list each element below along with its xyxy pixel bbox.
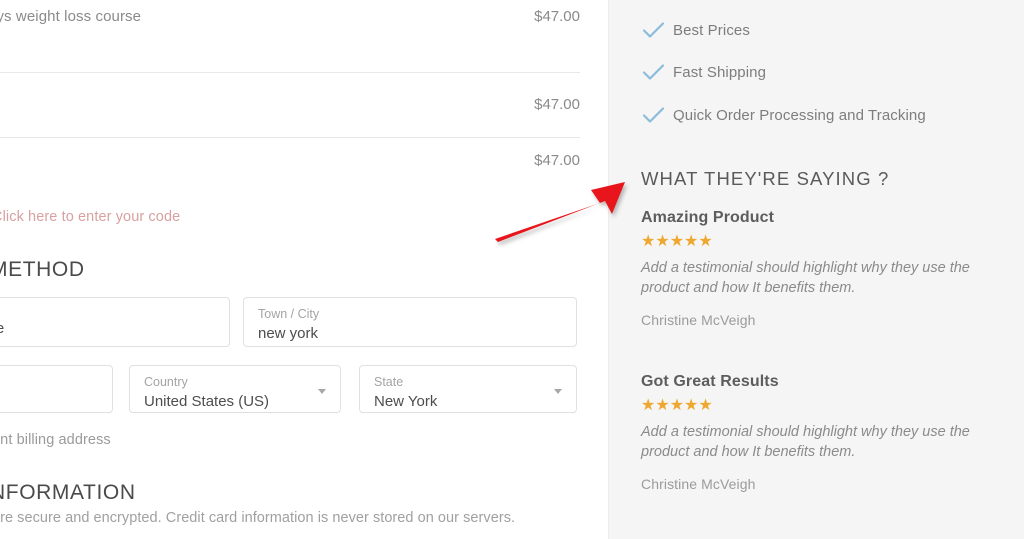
star-rating-icon: ★★★★★ xyxy=(641,233,713,250)
payment-information-heading: NFORMATION xyxy=(0,481,136,504)
testimonial-card: Amazing Product ★★★★★ Add a testimonial … xyxy=(641,208,1001,328)
town-city-value: new york xyxy=(258,325,319,342)
testimonials-heading: WHAT THEY'RE SAYING ? xyxy=(641,168,890,189)
benefit-label: Best Prices xyxy=(673,21,750,39)
order-subtotal-price: $47.00 xyxy=(534,96,580,113)
benefit-label: Fast Shipping xyxy=(673,63,767,81)
trust-and-testimonials-sidebar: Best Prices Fast Shipping Quick Order Pr… xyxy=(608,0,1024,539)
checkout-page-screenshot: ays weight loss course $47.00 $47.00 $47… xyxy=(0,0,1024,539)
testimonial-author: Christine McVeigh xyxy=(641,312,756,328)
benefit-label: Quick Order Processing and Tracking xyxy=(673,106,926,124)
testimonial-body: Add a testimonial should highlight why t… xyxy=(641,424,970,460)
benefit-item-quick-order-processing: Quick Order Processing and Tracking xyxy=(641,105,926,125)
checkout-main-column: ays weight loss course $47.00 $47.00 $47… xyxy=(0,0,608,539)
testimonial-body: Add a testimonial should highlight why t… xyxy=(641,260,970,296)
coupon-code-link[interactable]: Click here to enter your code xyxy=(0,209,180,225)
country-select[interactable]: Country United States (US) xyxy=(129,365,341,413)
star-rating-icon: ★★★★★ xyxy=(641,397,713,414)
order-line-price: $47.00 xyxy=(534,8,580,25)
country-label: Country xyxy=(144,375,188,389)
payment-secure-note: are secure and encrypted. Credit card in… xyxy=(0,510,516,526)
testimonial-card: Got Great Results ★★★★★ Add a testimonia… xyxy=(641,372,1001,492)
testimonial-title: Amazing Product xyxy=(641,209,775,226)
testimonial-author: Christine McVeigh xyxy=(641,476,756,492)
order-divider-1 xyxy=(0,72,580,73)
town-city-field[interactable]: Town / City new york xyxy=(243,297,577,347)
order-total-price: $47.00 xyxy=(534,152,580,169)
street-address-field[interactable]: avenue xyxy=(0,297,230,347)
benefit-item-fast-shipping: Fast Shipping xyxy=(641,62,766,82)
postcode-field[interactable] xyxy=(0,365,113,413)
order-divider-2 xyxy=(0,137,580,138)
check-icon xyxy=(642,64,665,80)
check-icon xyxy=(642,22,665,38)
state-select[interactable]: State New York xyxy=(359,365,577,413)
benefit-item-best-prices: Best Prices xyxy=(641,20,750,40)
order-line-product-name: ays weight loss course xyxy=(0,8,142,25)
country-value: United States (US) xyxy=(144,393,270,410)
state-label: State xyxy=(374,375,404,389)
town-city-label: Town / City xyxy=(258,307,320,321)
billing-method-heading: METHOD xyxy=(0,258,85,281)
street-address-value: avenue xyxy=(0,318,215,339)
state-value: New York xyxy=(374,393,438,410)
check-icon xyxy=(642,107,665,123)
chevron-down-icon xyxy=(554,389,562,394)
different-billing-address-label: ent billing address xyxy=(0,432,111,448)
testimonial-title: Got Great Results xyxy=(641,373,779,390)
chevron-down-icon xyxy=(318,389,326,394)
